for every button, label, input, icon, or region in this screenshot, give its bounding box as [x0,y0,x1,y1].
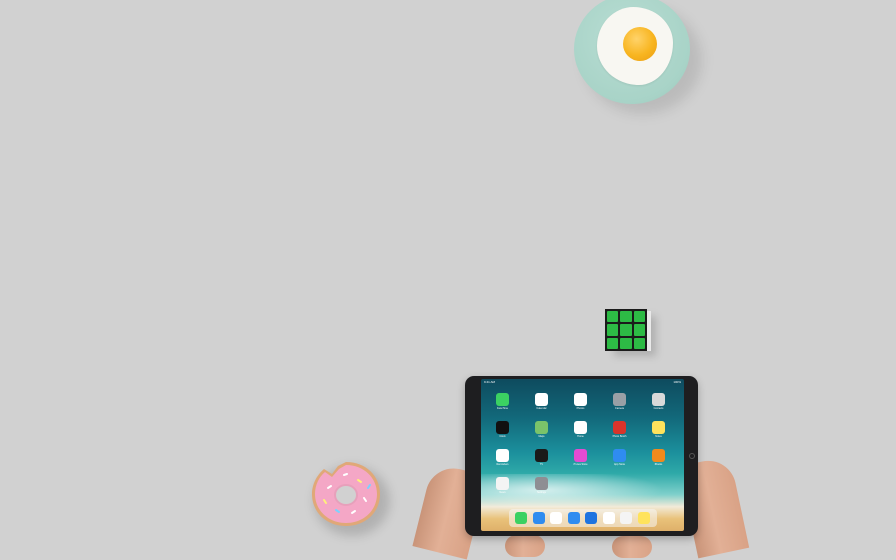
wave-foam [481,474,684,514]
dock-photos-icon[interactable] [602,512,615,524]
product-scene: 9:41 AM 100% FaceTime Calendar Photos Camer… [0,0,896,560]
dock-news-icon[interactable] [620,512,632,524]
cube-sticker [607,337,619,349]
dock-safari-icon[interactable] [532,512,545,524]
dock-mail-icon[interactable] [567,512,580,524]
maps-icon[interactable] [535,421,548,434]
calendar-icon[interactable] [535,393,548,406]
cube-sticker [633,311,645,323]
cube-sticker [607,311,619,323]
app-label: Maps [538,435,545,438]
news-icon[interactable] [496,477,509,490]
egg-yolk [623,27,657,61]
rubiks-cube [605,309,647,351]
itunes-store-icon[interactable] [574,449,587,462]
app-label: Reminders [496,463,509,466]
app-label: Contacts [653,407,664,410]
app-label: Home [577,435,584,438]
cube-sticker [633,337,645,349]
app-label: iTunes Store [573,463,588,466]
status-time: 9:41 AM [484,380,496,384]
app-label: FaceTime [496,407,509,410]
app-label: Photos [576,407,585,410]
facetime-icon[interactable] [496,393,509,406]
contacts-icon[interactable] [652,393,665,406]
cube-side [647,311,651,351]
dock-files-icon[interactable] [585,512,597,524]
camera-icon[interactable] [613,393,626,406]
app-label: Settings [536,491,547,494]
ibooks-icon[interactable] [652,449,665,462]
cube-sticker [620,324,632,336]
clock-icon[interactable] [496,421,509,434]
app-label: Calendar [536,407,547,410]
dock-notes-icon[interactable] [637,512,650,524]
cube-sticker [620,311,632,323]
app-label: TV [539,463,544,466]
reminders-icon[interactable] [496,449,509,462]
dock [509,509,657,527]
app-label: News [499,491,506,494]
right-thumb [612,536,652,558]
settings-icon[interactable] [535,477,548,490]
cube-sticker [607,324,619,336]
tv-icon[interactable] [535,449,548,462]
cube-sticker [620,337,632,349]
app-store-icon[interactable] [613,449,626,462]
app-label: Notes [655,435,662,438]
dock-music-icon[interactable] [550,512,562,524]
app-label: Photo Booth [612,435,627,438]
cube-sticker [633,324,645,336]
app-label: Camera [615,407,624,410]
photos-icon[interactable] [574,393,587,406]
ipad-screen: 9:41 AM 100% FaceTime Calendar Photos Camer… [481,379,684,531]
notes-icon[interactable] [652,421,665,434]
ipad-camera [689,453,695,459]
app-label: App Store [613,463,626,466]
home-icon[interactable] [574,421,587,434]
dock-messages-icon[interactable] [515,512,527,524]
app-label: Clock [499,435,506,438]
photo-booth-icon[interactable] [613,421,626,434]
app-label: iBooks [654,463,663,466]
frosted-donut [312,462,380,526]
status-bar: 9:41 AM 100% [484,380,681,384]
status-battery: 100% [673,380,681,384]
